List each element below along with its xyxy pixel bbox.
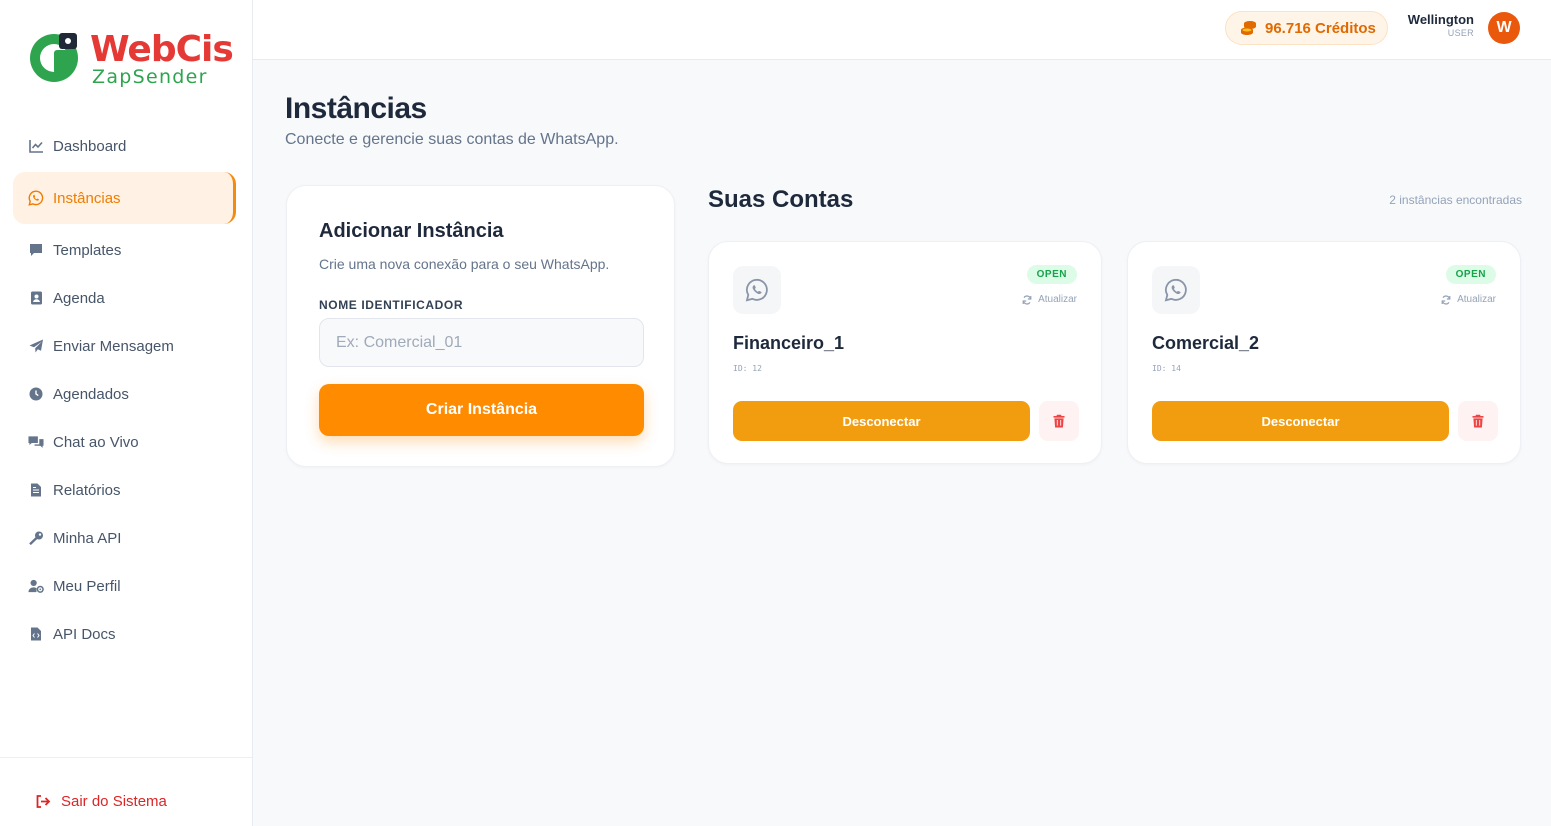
- sidebar-item-label: Enviar Mensagem: [53, 337, 174, 355]
- page-subtitle: Conecte e gerencie suas contas de WhatsA…: [285, 131, 619, 148]
- sidebar-item-relatorios[interactable]: Relatórios: [13, 464, 236, 516]
- sidebar-item-label: Meu Perfil: [53, 577, 121, 595]
- sidebar-divider: [0, 757, 252, 758]
- key-icon: [28, 530, 44, 546]
- sidebar-item-templates[interactable]: Templates: [13, 224, 236, 276]
- trash-icon: [1472, 414, 1484, 428]
- sidebar-item-agendados[interactable]: Agendados: [13, 368, 236, 420]
- logo-mark-icon: [30, 33, 78, 82]
- sidebar-item-label: API Docs: [53, 625, 116, 643]
- sidebar-item-api-docs[interactable]: API Docs: [13, 608, 236, 660]
- sidebar-item-enviar-mensagem[interactable]: Enviar Mensagem: [13, 320, 236, 372]
- add-instance-card: Adicionar Instância Crie uma nova conexã…: [286, 185, 675, 467]
- sign-out-icon: [36, 795, 51, 808]
- disconnect-button[interactable]: Desconectar: [733, 401, 1030, 441]
- refresh-button[interactable]: Atualizar: [1441, 294, 1496, 305]
- brand-name: WebCis: [90, 29, 234, 70]
- comment-icon: [28, 242, 44, 258]
- sidebar-item-label: Agendados: [53, 385, 129, 403]
- accounts-count: 2 instâncias encontradas: [1389, 193, 1522, 207]
- sidebar-item-instancias[interactable]: Instâncias: [13, 172, 236, 224]
- whatsapp-icon: [733, 266, 781, 314]
- instance-id: ID: 14: [1152, 364, 1181, 373]
- instance-name-label: NOME IDENTIFICADOR: [319, 298, 464, 312]
- refresh-icon: [1441, 295, 1451, 305]
- sidebar-item-label: Minha API: [53, 529, 122, 547]
- refresh-button[interactable]: Atualizar: [1022, 294, 1077, 305]
- instance-name: Financeiro_1: [733, 333, 845, 353]
- accounts-title: Suas Contas: [708, 186, 854, 213]
- instance-card: OPEN Atualizar Financeiro_1 ID: 12 Desco…: [708, 241, 1102, 464]
- trash-icon: [1053, 414, 1065, 428]
- brand-subtitle: ZapSender: [92, 66, 208, 88]
- sidebar: WebCis ZapSender Dashboard Instâncias Te…: [0, 0, 253, 826]
- file-icon: [28, 482, 44, 498]
- coins-icon: [1240, 20, 1257, 36]
- top-bar: 96.716 Créditos Wellington USER W: [253, 0, 1551, 60]
- sidebar-item-label: Relatórios: [53, 481, 121, 499]
- refresh-label: Atualizar: [1457, 294, 1496, 305]
- sidebar-item-label: Dashboard: [53, 137, 127, 155]
- user-name: Wellington: [1407, 12, 1474, 27]
- sidebar-item-label: Chat ao Vivo: [53, 433, 139, 451]
- sidebar-item-label: Templates: [53, 241, 122, 259]
- instance-card: OPEN Atualizar Comercial_2 ID: 14 Descon…: [1127, 241, 1521, 464]
- status-badge: OPEN: [1026, 265, 1077, 284]
- instance-id: ID: 12: [733, 364, 762, 373]
- user-role: USER: [1447, 28, 1474, 38]
- page-title: Instâncias: [285, 92, 427, 125]
- delete-button[interactable]: [1039, 401, 1079, 441]
- sidebar-item-label: Agenda: [53, 289, 105, 307]
- address-book-icon: [28, 290, 44, 306]
- sidebar-item-agenda[interactable]: Agenda: [13, 272, 236, 324]
- user-gear-icon: [28, 578, 44, 594]
- whatsapp-icon: [28, 190, 44, 206]
- file-code-icon: [28, 626, 44, 642]
- add-instance-subtitle: Crie uma nova conexão para o seu WhatsAp…: [319, 256, 610, 272]
- logout-button[interactable]: Sair do Sistema: [36, 793, 167, 810]
- sidebar-item-meu-perfil[interactable]: Meu Perfil: [13, 560, 236, 612]
- disconnect-button[interactable]: Desconectar: [1152, 401, 1449, 441]
- whatsapp-icon: [1152, 266, 1200, 314]
- avatar[interactable]: W: [1488, 12, 1520, 44]
- instance-name-input[interactable]: [319, 318, 644, 367]
- refresh-icon: [1022, 295, 1032, 305]
- add-instance-title: Adicionar Instância: [319, 220, 504, 242]
- sidebar-item-dashboard[interactable]: Dashboard: [13, 120, 236, 172]
- refresh-label: Atualizar: [1038, 294, 1077, 305]
- comments-icon: [28, 434, 44, 450]
- delete-button[interactable]: [1458, 401, 1498, 441]
- credits-badge[interactable]: 96.716 Créditos: [1225, 11, 1388, 45]
- brand-logo[interactable]: WebCis ZapSender: [28, 30, 234, 90]
- clock-icon: [28, 386, 44, 402]
- logout-label: Sair do Sistema: [61, 793, 167, 810]
- status-badge: OPEN: [1445, 265, 1496, 284]
- paper-plane-icon: [28, 338, 44, 354]
- chart-line-icon: [28, 138, 44, 154]
- sidebar-item-minha-api[interactable]: Minha API: [13, 512, 236, 564]
- create-instance-button[interactable]: Criar Instância: [319, 384, 644, 436]
- sidebar-item-label: Instâncias: [53, 189, 121, 207]
- credits-label: 96.716 Créditos: [1265, 19, 1376, 37]
- sidebar-item-chat-ao-vivo[interactable]: Chat ao Vivo: [13, 416, 236, 468]
- instance-name: Comercial_2: [1152, 333, 1260, 353]
